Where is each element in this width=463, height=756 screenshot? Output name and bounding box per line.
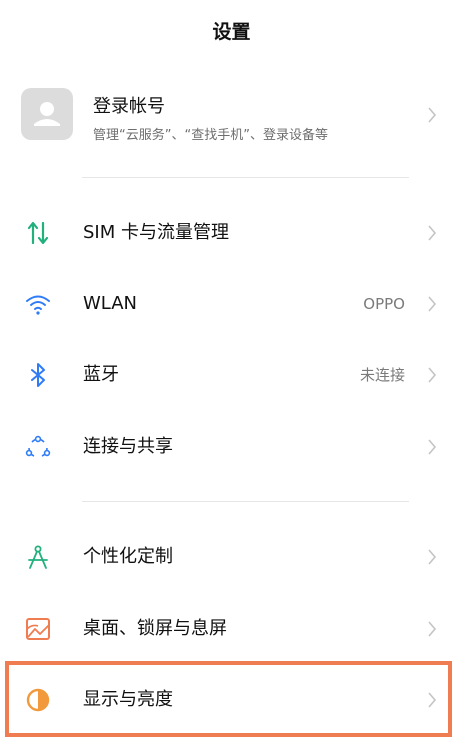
wifi-icon: [26, 295, 50, 315]
sidebar-item-bluetooth[interactable]: 蓝牙 未连接: [0, 339, 463, 411]
sidebar-item-personalize[interactable]: 个性化定制: [0, 521, 463, 593]
avatar: [21, 88, 73, 140]
item-label: 蓝牙: [83, 364, 119, 385]
chevron-right-icon: [428, 439, 437, 455]
chevron-right-icon: [428, 549, 437, 565]
item-label: 显示与亮度: [83, 689, 173, 710]
divider: [82, 177, 409, 178]
divider: [82, 501, 409, 502]
display-brightness-icon: [26, 688, 50, 712]
sim-data-icon: [27, 221, 49, 245]
item-label: 个性化定制: [83, 546, 173, 567]
item-label: 连接与共享: [83, 436, 173, 457]
item-label: WLAN: [83, 293, 138, 314]
chevron-right-icon: [428, 692, 437, 708]
page-title: 设置: [212, 20, 251, 43]
chevron-right-icon: [428, 107, 437, 123]
title-bar: 设置: [0, 0, 463, 60]
item-value: OPPO: [363, 295, 405, 313]
sidebar-item-wlan[interactable]: WLAN OPPO: [0, 268, 463, 340]
sidebar-item-sim[interactable]: SIM 卡与流量管理: [0, 197, 463, 269]
connection-share-icon: [25, 435, 51, 457]
wallpaper-icon: [26, 618, 50, 640]
user-avatar-icon: [34, 102, 60, 126]
item-label: SIM 卡与流量管理: [83, 222, 229, 243]
bluetooth-icon: [31, 363, 45, 387]
chevron-right-icon: [428, 225, 437, 241]
sidebar-item-display-brightness[interactable]: 显示与亮度: [0, 664, 463, 736]
account-row[interactable]: 登录帐号 管理“云服务”、“查找手机”、登录设备等: [0, 72, 463, 158]
chevron-right-icon: [428, 621, 437, 637]
item-value: 未连接: [359, 366, 405, 384]
sidebar-item-connection-share[interactable]: 连接与共享: [0, 411, 463, 483]
chevron-right-icon: [428, 296, 437, 312]
item-label: 桌面、锁屏与息屏: [83, 618, 227, 639]
account-subtitle: 管理“云服务”、“查找手机”、登录设备等: [93, 128, 328, 143]
sidebar-item-wallpaper[interactable]: 桌面、锁屏与息屏: [0, 593, 463, 665]
personalize-icon: [28, 545, 48, 569]
chevron-right-icon: [428, 367, 437, 383]
account-title: 登录帐号: [93, 96, 165, 117]
